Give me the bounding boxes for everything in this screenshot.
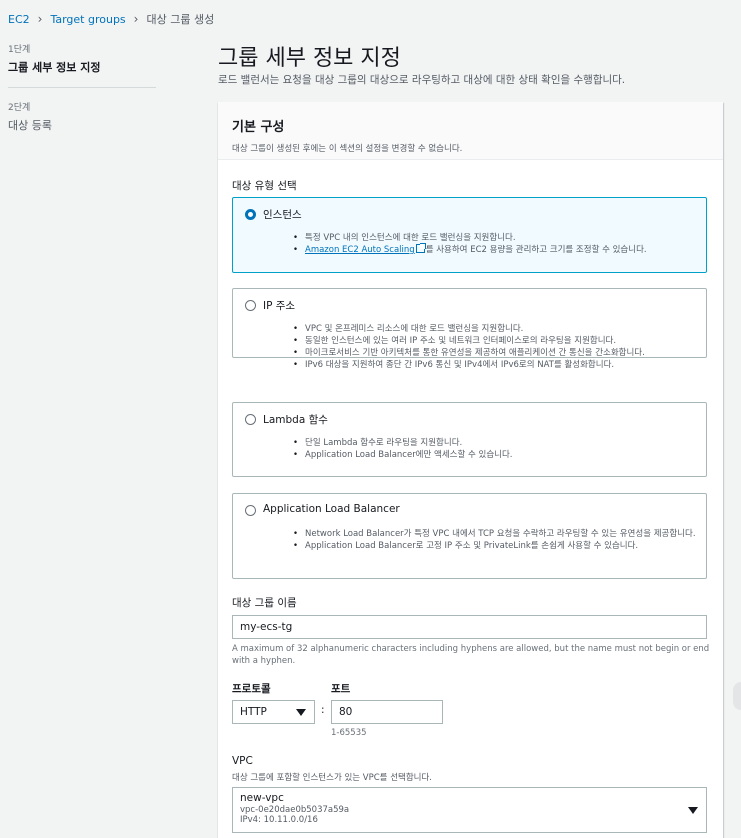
bullet-item: 특정 VPC 내의 인스턴스에 대한 로드 밸런싱을 지원합니다. (293, 232, 700, 244)
protocol-label: 프로토콜 (232, 683, 271, 695)
basic-config-panel: 기본 구성 대상 그룹이 생성된 후에는 이 섹션의 설정을 변경할 수 없습니… (218, 102, 723, 838)
chevron-right-icon: › (133, 12, 139, 26)
option-bullets: Network Load Balancer가 특정 VPC 내에서 TCP 요청… (293, 528, 700, 552)
option-bullets: 단일 Lambda 함수로 라우팅을 지원합니다. Application Lo… (293, 437, 700, 461)
bullet-item: 동일한 인스턴스에 있는 여러 IP 주소 및 네트워크 인터페이스로의 라우팅… (293, 335, 700, 347)
bullet-item: Amazon EC2 Auto Scaling 를 사용하여 EC2 용량을 관리… (293, 243, 700, 256)
option-title: Application Load Balancer (263, 503, 400, 515)
auto-scaling-link[interactable]: Amazon EC2 Auto Scaling (305, 245, 415, 255)
caret-down-icon (688, 807, 698, 814)
vpc-label: VPC (232, 755, 253, 767)
bullet-item: Network Load Balancer가 특정 VPC 내에서 TCP 요청… (293, 528, 700, 540)
panel-title: 기본 구성 (232, 120, 285, 135)
option-title: Lambda 함수 (263, 414, 328, 426)
protocol-value: HTTP (240, 706, 267, 718)
step-2-title[interactable]: 대상 등록 (8, 117, 158, 133)
bullet-item: Application Load Balancer로 고정 IP 주소 및 Pr… (293, 540, 700, 552)
port-colon: : (321, 704, 325, 716)
target-group-name-hint: A maximum of 32 alphanumeric characters … (232, 644, 710, 666)
option-bullets: VPC 및 온프레미스 리소스에 대한 로드 밸런싱을 지원합니다. 동일한 인… (293, 323, 700, 371)
side-panel-handle[interactable] (733, 682, 741, 710)
option-bullets: 특정 VPC 내의 인스턴스에 대한 로드 밸런싱을 지원합니다. Amazon… (293, 232, 700, 256)
vpc-cidr: IPv4: 10.11.0.0/16 (240, 815, 318, 825)
target-type-instances[interactable]: 인스턴스 특정 VPC 내의 인스턴스에 대한 로드 밸런싱을 지원합니다. A… (232, 197, 707, 273)
page-subtitle: 로드 밸런서는 요청을 대상 그룹의 대상으로 라우팅하고 대상에 대한 상태 … (218, 74, 626, 86)
radio-button[interactable] (245, 300, 256, 311)
breadcrumb-target-groups[interactable]: Target groups (50, 13, 125, 26)
step-divider (8, 87, 156, 88)
protocol-select[interactable]: HTTP (232, 700, 315, 724)
page-title: 그룹 세부 정보 지정 (218, 46, 401, 71)
port-label: 포트 (331, 683, 351, 695)
step-2-number: 2단계 (8, 103, 31, 113)
option-title: 인스턴스 (263, 209, 302, 221)
bullet-item: Application Load Balancer에만 액세스할 수 있습니다. (293, 449, 700, 461)
vpc-select[interactable]: new-vpc vpc-0e20dae0b5037a59a IPv4: 10.1… (232, 787, 707, 833)
bullet-text: 를 사용하여 EC2 용량을 관리하고 크기를 조정할 수 있습니다. (425, 245, 647, 255)
panel-description: 대상 그룹이 생성된 후에는 이 섹션의 설정을 변경할 수 없습니다. (232, 144, 463, 154)
radio-button[interactable] (245, 505, 256, 516)
breadcrumb: EC2 › Target groups › 대상 그룹 생성 (8, 11, 214, 27)
chevron-right-icon: › (37, 12, 43, 26)
bullet-item: IPv6 대상을 지원하여 종단 간 IPv6 통신 및 IPv4에서 IPv6… (293, 359, 700, 371)
step-1-title: 그룹 세부 정보 지정 (8, 61, 101, 74)
port-hint: 1-65535 (331, 728, 367, 738)
vpc-name: new-vpc (240, 792, 284, 804)
target-type-label: 대상 유형 선택 (232, 180, 297, 192)
vpc-id: vpc-0e20dae0b5037a59a (240, 805, 350, 815)
vpc-description: 대상 그룹에 포함할 인스턴스가 있는 VPC를 선택합니다. (232, 773, 433, 783)
panel-header: 기본 구성 대상 그룹이 생성된 후에는 이 섹션의 설정을 변경할 수 없습니… (218, 102, 723, 160)
breadcrumb-current: 대상 그룹 생성 (146, 13, 215, 26)
target-type-ip[interactable]: IP 주소 VPC 및 온프레미스 리소스에 대한 로드 밸런싱을 지원합니다.… (232, 288, 707, 371)
step-1-number: 1단계 (8, 45, 31, 55)
port-input[interactable]: 80 (331, 700, 443, 724)
bullet-item: 단일 Lambda 함수로 라우팅을 지원합니다. (293, 437, 700, 449)
wizard-steps: 1단계 그룹 세부 정보 지정 2단계 대상 등록 (8, 42, 158, 133)
target-group-name-label: 대상 그룹 이름 (232, 597, 297, 609)
target-group-name-input[interactable]: my-ecs-tg (232, 615, 707, 639)
radio-button[interactable] (245, 414, 256, 425)
option-title: IP 주소 (263, 300, 296, 312)
target-type-lambda[interactable]: Lambda 함수 단일 Lambda 함수로 라우팅을 지원합니다. Appl… (232, 402, 707, 477)
breadcrumb-ec2[interactable]: EC2 (8, 13, 30, 26)
caret-down-icon (296, 709, 306, 716)
target-type-alb[interactable]: Application Load Balancer Network Load B… (232, 493, 707, 579)
external-link-icon (415, 243, 426, 253)
bullet-item: 마이크로서비스 기반 아키텍처를 통한 유연성을 제공하여 애플리케이션 간 통… (293, 347, 700, 359)
bullet-item: VPC 및 온프레미스 리소스에 대한 로드 밸런싱을 지원합니다. (293, 323, 700, 335)
radio-button[interactable] (245, 209, 256, 220)
